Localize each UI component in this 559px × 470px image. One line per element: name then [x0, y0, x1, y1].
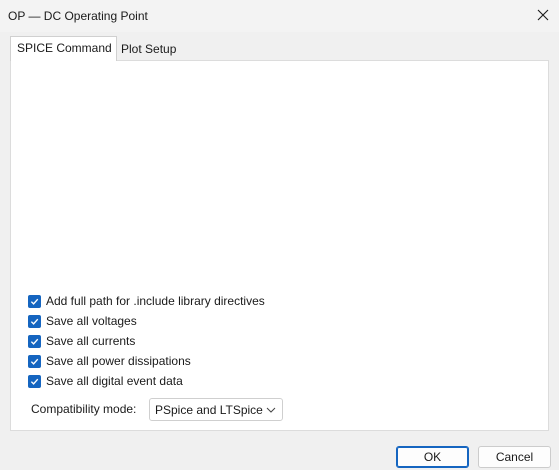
checkmark-icon [30, 338, 39, 345]
compatibility-mode-value: PSpice and LTSpice [155, 403, 263, 417]
checkbox-save-all-digital-event-data[interactable]: Save all digital event data [28, 373, 183, 389]
checkbox-label: Add full path for .include library direc… [46, 294, 265, 308]
checkmark-icon [30, 298, 39, 305]
checkmark-icon [30, 378, 39, 385]
checkbox-add-full-path[interactable]: Add full path for .include library direc… [28, 293, 265, 309]
checkbox-save-all-voltages[interactable]: Save all voltages [28, 313, 137, 329]
checkbox-box[interactable] [28, 314, 41, 328]
checkbox-label: Save all power dissipations [46, 354, 191, 368]
compatibility-mode-select[interactable]: PSpice and LTSpice [149, 398, 283, 421]
window-title: OP — DC Operating Point [8, 9, 148, 23]
close-icon [537, 9, 549, 21]
checkbox-box[interactable] [28, 294, 41, 308]
compatibility-mode-label: Compatibility mode: [31, 402, 137, 416]
close-button[interactable] [527, 0, 559, 30]
cancel-button[interactable]: Cancel [478, 446, 551, 468]
checkbox-label: Save all voltages [46, 314, 137, 328]
checkbox-box[interactable] [28, 354, 41, 368]
checkbox-label: Save all digital event data [46, 374, 183, 388]
checkmark-icon [30, 318, 39, 325]
checkmark-icon [30, 358, 39, 365]
checkbox-save-all-currents[interactable]: Save all currents [28, 333, 135, 349]
checkbox-label: Save all currents [46, 334, 136, 348]
tab-spice-command[interactable]: SPICE Command [10, 36, 117, 61]
checkbox-box[interactable] [28, 334, 41, 348]
checkbox-save-all-power-dissipations[interactable]: Save all power dissipations [28, 353, 191, 369]
ok-button[interactable]: OK [396, 446, 469, 468]
checkbox-box[interactable] [28, 374, 41, 388]
chevron-down-icon [266, 407, 276, 413]
title-bar: OP — DC Operating Point [0, 0, 559, 32]
